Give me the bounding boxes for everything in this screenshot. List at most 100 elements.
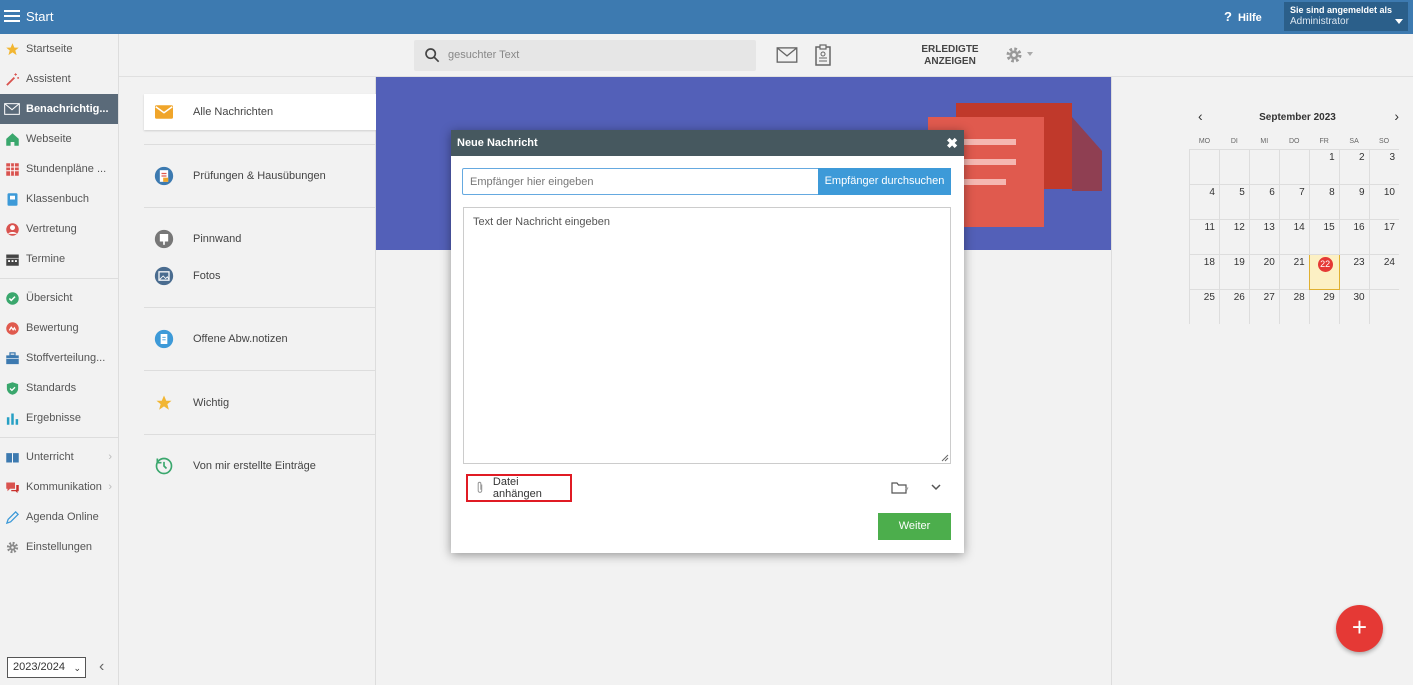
folder-pruefungen[interactable]: Prüfungen & Hausübungen: [144, 158, 376, 194]
school-year-select[interactable]: 2023/2024 ⌄: [7, 657, 86, 678]
calendar-day[interactable]: 21: [1278, 253, 1310, 289]
calendar-day[interactable]: [1368, 288, 1399, 324]
calendar-day[interactable]: [1278, 148, 1310, 184]
chevron-down-icon: ⌄: [73, 663, 81, 673]
chevron-down-icon: ▾: [905, 486, 909, 493]
settings-dropdown[interactable]: [1005, 46, 1033, 67]
calendar-day[interactable]: 5: [1218, 183, 1250, 219]
sidebar-item-einstellungen[interactable]: Einstellungen: [0, 532, 118, 562]
search-input[interactable]: gesuchter Text: [414, 40, 756, 71]
sidebar-item-standards[interactable]: Standards: [0, 373, 118, 403]
rating-icon: [4, 320, 20, 336]
folder-pinnwand[interactable]: Pinnwand: [144, 221, 376, 257]
sidebar-divider: [0, 437, 118, 438]
calendar-day[interactable]: 8: [1308, 183, 1340, 219]
envelope-icon[interactable]: [776, 47, 798, 63]
hamburger-menu-icon[interactable]: [4, 8, 20, 24]
dialog-header: Neue Nachricht: [451, 130, 964, 156]
star-icon: [154, 393, 174, 413]
sidebar-item-webseite[interactable]: Webseite: [0, 124, 118, 154]
sidebar-item-kommunikation[interactable]: Kommunikation ›: [0, 472, 118, 502]
attach-file-button[interactable]: Datei anhängen: [466, 474, 572, 502]
clipboard-icon[interactable]: [815, 44, 831, 66]
calendar-day[interactable]: 15: [1308, 218, 1340, 254]
calendar-day[interactable]: [1218, 148, 1250, 184]
sidebar-item-bewertung[interactable]: Bewertung: [0, 313, 118, 343]
help-button[interactable]: ? Hilfe: [1224, 9, 1262, 24]
calendar-day[interactable]: 17: [1368, 218, 1399, 254]
folder-offene-abwesenheitsnotizen[interactable]: Offene Abw.notizen: [144, 321, 376, 357]
collapse-sidebar-icon[interactable]: ‹: [99, 658, 104, 676]
calendar-day[interactable]: [1248, 148, 1280, 184]
calendar-day[interactable]: 19: [1218, 253, 1250, 289]
calendar-day[interactable]: 9: [1338, 183, 1370, 219]
recipient-input[interactable]: Empfänger hier eingeben: [462, 168, 819, 195]
sidebar-item-benachrichtigungen[interactable]: Benachrichtig...: [0, 94, 118, 124]
resize-grip-icon[interactable]: [941, 454, 949, 462]
calendar-day-today[interactable]: 22: [1308, 253, 1340, 290]
message-textarea[interactable]: Text der Nachricht eingeben: [463, 207, 951, 464]
calendar-day[interactable]: 11: [1189, 218, 1220, 254]
calendar-day[interactable]: 28: [1278, 288, 1310, 324]
calendar-day[interactable]: 20: [1248, 253, 1280, 289]
calendar-day[interactable]: 6: [1248, 183, 1280, 219]
sidebar-item-startseite[interactable]: Startseite: [0, 34, 118, 64]
gear-icon: [4, 539, 20, 555]
close-icon[interactable]: ✖: [946, 135, 958, 152]
login-user: Administrator: [1290, 16, 1349, 27]
sidebar-item-uebersicht[interactable]: Übersicht: [0, 283, 118, 313]
sidebar-item-vertretung[interactable]: Vertretung: [0, 214, 118, 244]
add-entry-button[interactable]: +: [1336, 605, 1383, 652]
weekday-label: DO: [1288, 138, 1300, 146]
calendar-day[interactable]: 29: [1308, 288, 1340, 324]
calendar-day[interactable]: 12: [1218, 218, 1250, 254]
sidebar-item-stundenplaene[interactable]: Stundenpläne ...: [0, 154, 118, 184]
calendar-day[interactable]: 13: [1248, 218, 1280, 254]
search-recipients-button[interactable]: Empfänger durchsuchen: [818, 168, 951, 195]
sidebar-item-klassenbuch[interactable]: Klassenbuch: [0, 184, 118, 214]
calendar-day[interactable]: 24: [1368, 253, 1399, 289]
sidebar-item-stoffverteilung[interactable]: Stoffverteilung...: [0, 343, 118, 373]
calendar-day[interactable]: 23: [1338, 253, 1370, 289]
folder-wichtig[interactable]: Wichtig: [144, 385, 376, 421]
next-button[interactable]: Weiter: [878, 513, 951, 540]
calendar-day[interactable]: 18: [1189, 253, 1220, 289]
calendar-day[interactable]: 7: [1278, 183, 1310, 219]
show-completed-button[interactable]: ERLEDIGTE ANZEIGEN: [911, 44, 989, 68]
calendar-day[interactable]: 30: [1338, 288, 1370, 324]
folder-picker-button[interactable]: ▾: [891, 481, 909, 497]
calendar-day[interactable]: 10: [1368, 183, 1399, 219]
folder-alle-nachrichten[interactable]: Alle Nachrichten: [144, 94, 384, 130]
calendar-day[interactable]: 27: [1248, 288, 1280, 324]
folder-von-mir-erstellt[interactable]: Von mir erstellte Einträge: [144, 448, 376, 484]
sidebar-divider: [0, 278, 118, 279]
calendar-day[interactable]: 26: [1218, 288, 1250, 324]
pinboard-icon: [154, 229, 174, 249]
sidebar-item-ergebnisse[interactable]: Ergebnisse: [0, 403, 118, 433]
chevron-down-icon: [1395, 19, 1403, 24]
show-completed-line2: ANZEIGEN: [924, 56, 976, 67]
sidebar-item-termine[interactable]: Termine: [0, 244, 118, 274]
chevron-right-icon[interactable]: ›: [1394, 108, 1399, 124]
sidebar-item-agenda-online[interactable]: Agenda Online: [0, 502, 118, 532]
calendar-day[interactable]: 16: [1338, 218, 1370, 254]
folder-fotos[interactable]: Fotos: [144, 258, 376, 294]
calendar-day[interactable]: 4: [1189, 183, 1220, 219]
exam-icon: [154, 166, 174, 186]
sidebar: Startseite Assistent Benachrichtig... We…: [0, 34, 119, 685]
calendar-day[interactable]: [1189, 148, 1220, 184]
folder-label: Alle Nachrichten: [193, 106, 274, 118]
calendar-day[interactable]: 2: [1338, 148, 1370, 184]
calendar-day[interactable]: 14: [1278, 218, 1310, 254]
classroom-icon: [4, 449, 20, 465]
user-menu[interactable]: Sie sind angemeldet als Administrator: [1284, 2, 1408, 31]
sidebar-item-label: Unterricht: [26, 451, 74, 463]
new-message-dialog: Neue Nachricht ✖ Empfänger hier eingeben…: [451, 130, 964, 553]
calendar-day[interactable]: 25: [1189, 288, 1220, 324]
calendar-day[interactable]: 3: [1368, 148, 1399, 184]
calendar-day[interactable]: 1: [1308, 148, 1340, 184]
calendar-icon: [4, 251, 20, 267]
chevron-down-icon[interactable]: [930, 481, 942, 493]
sidebar-item-assistent[interactable]: Assistent: [0, 64, 118, 94]
sidebar-item-unterricht[interactable]: Unterricht ›: [0, 442, 118, 472]
